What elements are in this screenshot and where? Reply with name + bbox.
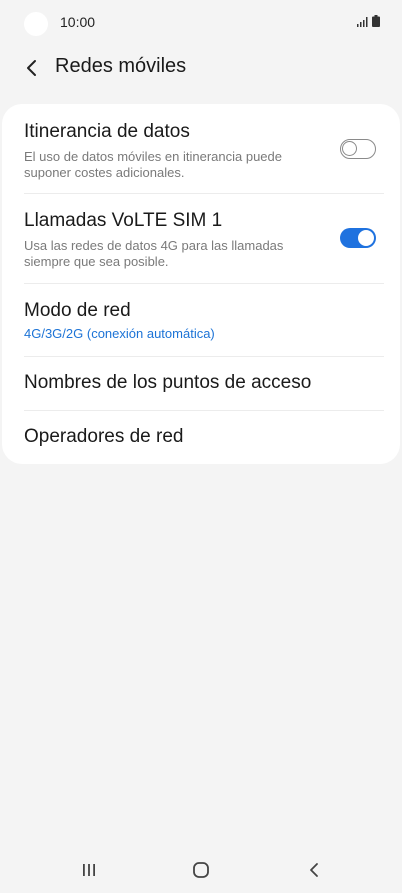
volte-title: Llamadas VoLTE SIM 1 [24,210,223,231]
divider [24,410,384,411]
toggle-knob [342,141,357,156]
recent-apps-icon [83,864,95,876]
operators-title: Operadores de red [24,426,184,447]
battery-icon [372,15,380,27]
apn-title: Nombres de los puntos de acceso [24,372,312,393]
signal-icon [357,17,368,27]
navigation-bar [0,846,402,893]
setting-row-operators[interactable]: Operadores de red [2,426,400,460]
recent-apps-button[interactable] [77,860,101,880]
divider [24,283,384,284]
toggle-knob [357,229,375,247]
home-icon [193,862,209,878]
roaming-title: Itinerancia de datos [24,121,190,142]
setting-row-volte[interactable]: Llamadas VoLTE SIM 1 Usa las redes de da… [2,210,400,282]
setting-row-network-mode[interactable]: Modo de red 4G/3G/2G (conexión automátic… [2,300,400,356]
roaming-toggle[interactable] [340,139,376,159]
status-bar: 10:00 [0,0,402,48]
chevron-left-icon [27,60,36,76]
volte-subtitle: Usa las redes de datos 4G para las llama… [24,238,284,269]
status-time: 10:00 [60,14,96,30]
divider [24,356,384,357]
back-icon [310,863,318,877]
network-mode-value: 4G/3G/2G (conexión automática) [24,326,215,341]
back-button[interactable] [18,54,46,82]
divider [24,193,384,194]
nav-back-button[interactable] [302,860,326,880]
volte-toggle[interactable] [340,228,376,248]
setting-row-roaming[interactable]: Itinerancia de datos El uso de datos móv… [2,121,400,193]
page-title: Redes móviles [55,55,187,77]
network-mode-title: Modo de red [24,300,131,321]
settings-card: Itinerancia de datos El uso de datos móv… [2,104,400,464]
roaming-subtitle: El uso de datos móviles en itinerancia p… [24,149,282,180]
app-bar: Redes móviles [0,48,402,88]
setting-row-apn[interactable]: Nombres de los puntos de acceso [2,372,400,410]
status-icons [357,15,380,27]
home-button[interactable] [189,860,213,880]
status-avatar [24,12,48,36]
